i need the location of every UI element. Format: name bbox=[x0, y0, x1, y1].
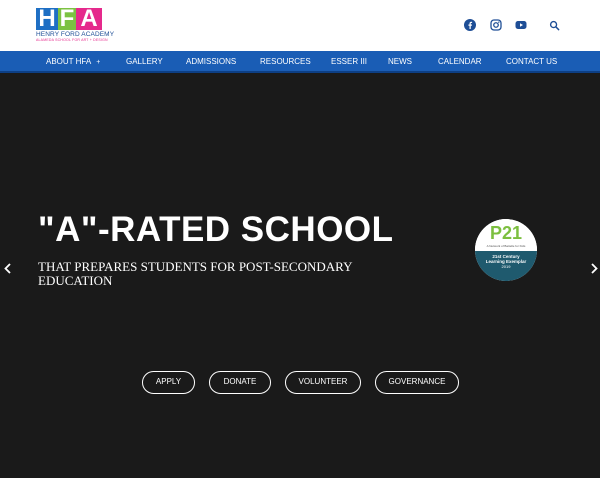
badge-year: 2019 bbox=[501, 264, 511, 269]
slider-prev-arrow-icon[interactable] bbox=[2, 261, 12, 275]
nav-item-gallery[interactable]: GALLERY bbox=[126, 51, 163, 73]
badge-logo: P21 bbox=[489, 223, 523, 243]
logo-letter-f: F bbox=[58, 5, 76, 32]
nav-item-calendar[interactable]: CALENDAR bbox=[438, 51, 482, 73]
nav-item-admissions[interactable]: ADMISSIONS bbox=[186, 51, 236, 73]
hero-slider: "A"-RATED SCHOOL THAT PREPARES STUDENTS … bbox=[0, 73, 600, 478]
logo-name: HENRY FORD ACADEMY bbox=[36, 31, 115, 38]
hero-subtitle: THAT PREPARES STUDENTS FOR POST-SECONDAR… bbox=[38, 259, 353, 288]
dropdown-plus-icon: + bbox=[96, 59, 101, 66]
slider-next-arrow-icon[interactable] bbox=[589, 261, 599, 275]
governance-button[interactable]: GOVERNANCE bbox=[375, 371, 459, 394]
volunteer-button[interactable]: VOLUNTEER bbox=[285, 371, 361, 394]
logo-subtitle: ALAMEDA SCHOOL FOR ART + DESIGN bbox=[36, 38, 108, 42]
logo-letters: H F A bbox=[36, 5, 106, 32]
badge-tag: A Network of Battelle for Kids bbox=[486, 244, 526, 248]
nav-item-news[interactable]: NEWS bbox=[388, 51, 412, 73]
badge-bottom: 21st Century Learning Exemplar 2019 bbox=[475, 251, 537, 281]
badge-top: P21 A Network of Battelle for Kids bbox=[475, 219, 537, 251]
nav-label-about-hfa: ABOUT HFA bbox=[46, 57, 92, 66]
logo-letter-h: H bbox=[36, 7, 58, 31]
search-icon[interactable] bbox=[546, 17, 562, 33]
nav-item-resources[interactable]: RESOURCES bbox=[260, 51, 311, 73]
p21-exemplar-badge: P21 A Network of Battelle for Kids 21st … bbox=[475, 219, 537, 281]
youtube-icon[interactable] bbox=[513, 17, 529, 33]
site-header: H F A HENRY FORD ACADEMY ALAMEDA SCHOOL … bbox=[0, 0, 600, 51]
logo-letter-a: A bbox=[76, 7, 102, 31]
nav-item-about-hfa[interactable]: ABOUT HFA + bbox=[46, 51, 100, 73]
instagram-icon[interactable] bbox=[488, 17, 504, 33]
apply-button[interactable]: APPLY bbox=[142, 371, 195, 394]
donate-button[interactable]: DONATE bbox=[209, 371, 271, 394]
nav-item-esser-iii[interactable]: ESSER III bbox=[331, 51, 367, 73]
main-nav: ABOUT HFA + GALLERY ADMISSIONS RESOURCES … bbox=[0, 51, 600, 73]
facebook-icon[interactable] bbox=[462, 17, 478, 33]
hero-title: "A"-RATED SCHOOL bbox=[38, 210, 394, 249]
hfa-logo[interactable]: H F A HENRY FORD ACADEMY ALAMEDA SCHOOL … bbox=[36, 5, 115, 42]
nav-item-contact-us[interactable]: CONTACT US bbox=[506, 51, 557, 73]
